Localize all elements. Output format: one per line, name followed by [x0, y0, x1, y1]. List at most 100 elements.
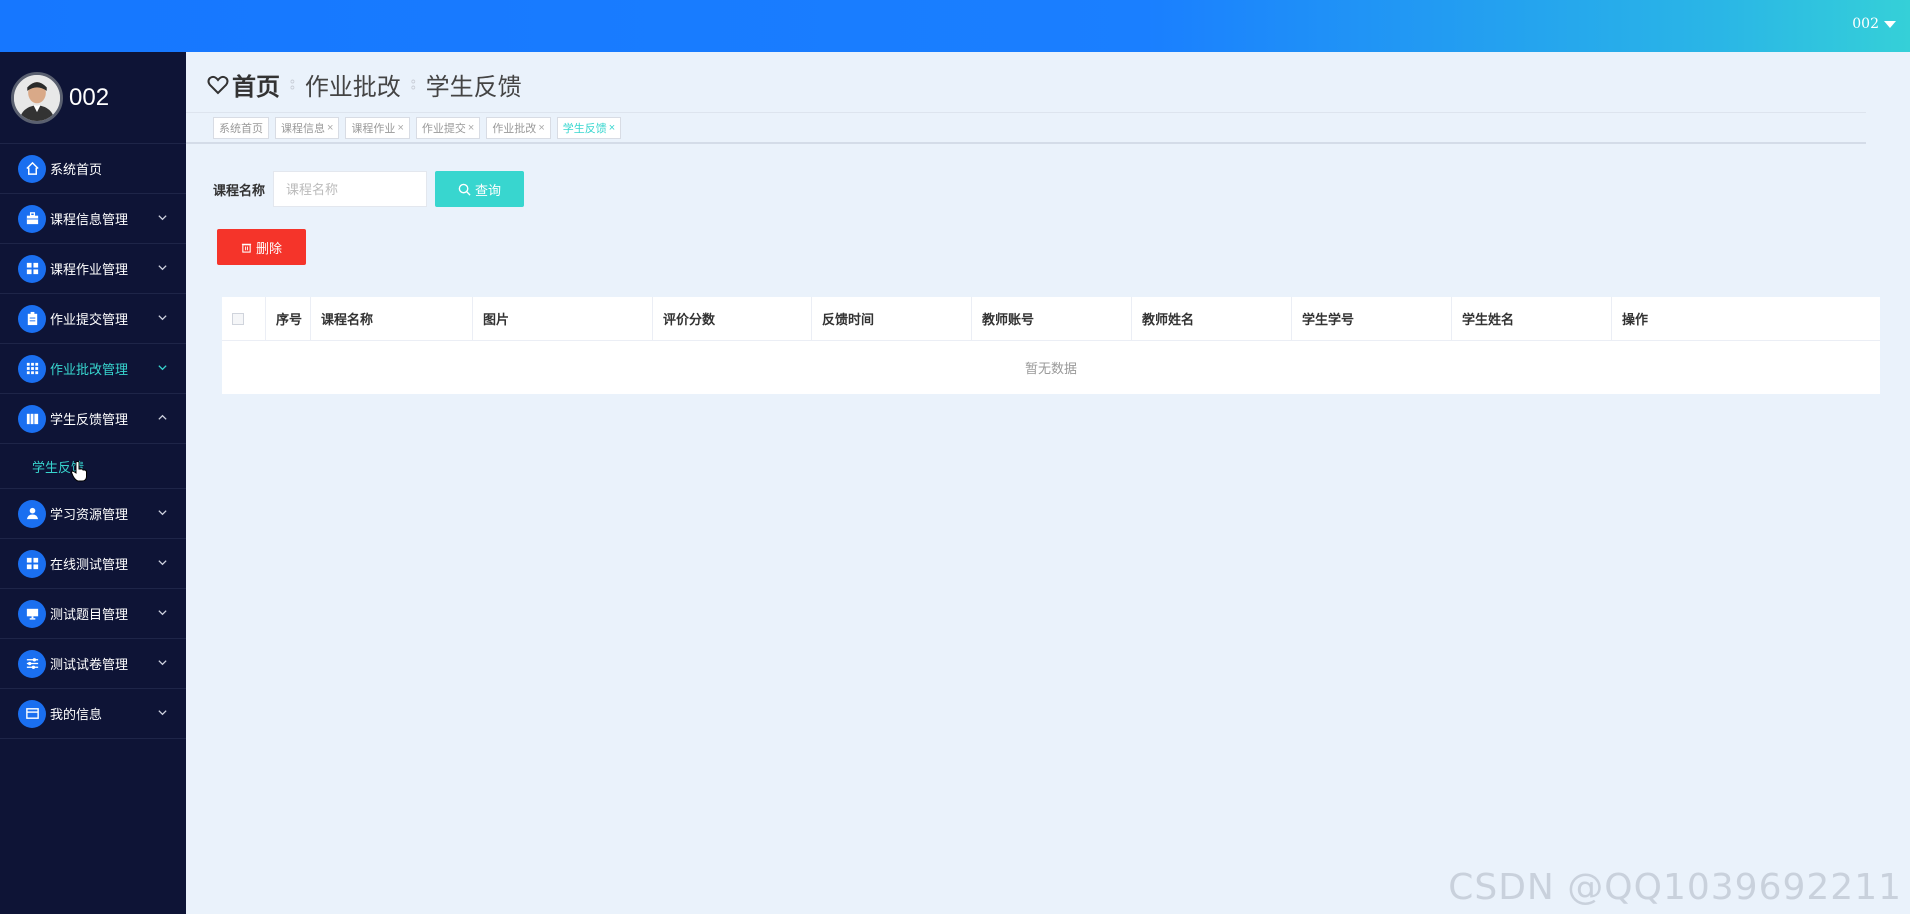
breadcrumb-separator: ⦂: [290, 75, 295, 93]
breadcrumb-separator: ⦂: [410, 75, 416, 93]
search-icon: [458, 183, 471, 196]
chevron-down-icon: [158, 710, 167, 716]
course-name-input[interactable]: [273, 171, 428, 207]
chevron-down-icon: [158, 560, 167, 566]
breadcrumb: 首页 ⦂ 作业批改 ⦂ 学生反馈: [206, 67, 522, 102]
tab-homework-submit[interactable]: 作业提交 ×: [415, 117, 481, 139]
sidebar-item-label: 测试题目管理: [50, 607, 129, 622]
delete-button[interactable]: 删除: [217, 229, 306, 265]
sidebar-item-label: 课程信息管理: [50, 212, 129, 227]
table-header-cell: 序号: [266, 297, 311, 340]
table-header-select: [222, 297, 266, 340]
window-icon: [18, 699, 46, 728]
table-header-cell: 反馈时间: [812, 297, 972, 340]
search-row: 课程名称 查询: [213, 171, 525, 207]
chevron-down-icon: [158, 265, 167, 271]
sidebar-item-homework-submit[interactable]: 作业提交管理: [0, 294, 186, 344]
table-header-cell: 图片: [473, 297, 653, 340]
sidebar-item-homework-grading[interactable]: 作业批改管理: [0, 344, 186, 394]
sidebar-item-label: 课程作业管理: [50, 262, 129, 277]
top-bar: 002: [0, 0, 1910, 52]
sidebar-item-label: 学习资源管理: [50, 507, 129, 522]
dots-grid-icon: [18, 354, 46, 383]
breadcrumb-home-label: 首页: [232, 74, 280, 101]
tabs: 系统首页 课程信息 × 课程作业 × 作业提交 × 作业批改 × 学生反馈 ×: [213, 117, 622, 139]
table-header-cell: 学生姓名: [1452, 297, 1612, 340]
sidebar-item-test-papers[interactable]: 测试试卷管理: [0, 639, 186, 689]
close-icon[interactable]: ×: [538, 122, 544, 134]
sidebar-item-label: 作业批改管理: [50, 362, 129, 377]
sidebar-item-label: 系统首页: [50, 162, 103, 177]
query-button-label: 查询: [475, 182, 502, 198]
tab-course-homework[interactable]: 课程作业 ×: [345, 117, 410, 139]
table-header: 序号 课程名称 图片 评价分数 反馈时间 教师账号 教师姓名 学生学号 学生姓名…: [222, 297, 1880, 341]
grid-icon: [18, 549, 46, 578]
tab-course-info[interactable]: 课程信息 ×: [275, 117, 340, 139]
user-icon: [18, 499, 46, 528]
tab-system-home[interactable]: 系统首页: [213, 117, 269, 139]
books-icon: [18, 404, 46, 433]
heart-icon: [207, 75, 229, 94]
chevron-down-icon: [158, 610, 167, 616]
tab-label: 课程作业: [351, 123, 396, 135]
table-header-cell: 评价分数: [653, 297, 812, 340]
breadcrumb-item[interactable]: 作业批改: [305, 67, 401, 102]
sidebar-item-label: 作业提交管理: [50, 312, 129, 327]
profile: 002: [0, 52, 186, 144]
sidebar-item-learning-resources[interactable]: 学习资源管理: [0, 489, 186, 539]
tab-homework-grading[interactable]: 作业批改 ×: [486, 117, 551, 139]
sidebar-item-online-test[interactable]: 在线测试管理: [0, 539, 186, 589]
grid-icon: [18, 254, 46, 283]
sidebar-item-label: 学生反馈管理: [50, 412, 129, 427]
table-header-cell: 学生学号: [1292, 297, 1452, 340]
close-icon[interactable]: ×: [327, 122, 333, 134]
sidebar-item-label: 测试试卷管理: [50, 657, 129, 672]
table-empty-text: 暂无数据: [1024, 361, 1077, 376]
feedback-table: 序号 课程名称 图片 评价分数 反馈时间 教师账号 教师姓名 学生学号 学生姓名…: [222, 297, 1880, 394]
breadcrumb-item: 学生反馈: [425, 74, 522, 101]
tab-student-feedback[interactable]: 学生反馈 ×: [556, 117, 622, 139]
home-icon: [18, 154, 46, 183]
search-label: 课程名称: [213, 182, 266, 198]
sidebar-item-course-info[interactable]: 课程信息管理: [0, 194, 186, 244]
table-header-cell: 操作: [1622, 312, 1649, 327]
close-icon[interactable]: ×: [609, 122, 615, 134]
sidebar: 002 系统首页 课程信息管理 课程作业管理 作业提交管理 作业批改管理 学生反…: [0, 52, 186, 914]
tab-label: 课程信息: [281, 123, 325, 135]
chevron-down-icon: [158, 510, 167, 516]
close-icon[interactable]: ×: [397, 122, 403, 134]
select-all-checkbox[interactable]: [232, 312, 244, 325]
monitor-icon: [18, 599, 46, 628]
sidebar-item-my-info[interactable]: 我的信息: [0, 689, 186, 739]
tab-label: 作业提交: [421, 123, 466, 135]
tab-label: 系统首页: [219, 123, 263, 135]
avatar: [11, 71, 63, 124]
sliders-icon: [18, 649, 46, 678]
chevron-down-icon: [158, 215, 167, 221]
sidebar-item-home[interactable]: 系统首页: [0, 144, 186, 194]
sidebar-item-student-feedback[interactable]: 学生反馈管理: [0, 394, 186, 444]
breadcrumb-home[interactable]: 首页: [206, 67, 280, 102]
chevron-down-icon: [158, 315, 167, 321]
table-header-cell: 教师账号: [972, 297, 1132, 340]
chevron-down-icon: [158, 365, 167, 371]
query-button[interactable]: 查询: [435, 171, 525, 207]
user-menu-label: 002: [1852, 16, 1879, 32]
trash-icon: [241, 243, 252, 253]
clipboard-icon: [18, 304, 46, 333]
table-header-cell: 课程名称: [311, 297, 473, 340]
briefcase-icon: [18, 204, 46, 233]
sidebar-subitem-student-feedback[interactable]: 学生反馈: [0, 444, 186, 489]
watermark: CSDN @QQ1039692211: [1448, 867, 1902, 908]
delete-button-label: 删除: [255, 240, 282, 256]
sidebar-item-course-homework[interactable]: 课程作业管理: [0, 244, 186, 294]
sidebar-item-test-questions[interactable]: 测试题目管理: [0, 589, 186, 639]
tabs-bar: 系统首页 课程信息 × 课程作业 × 作业提交 × 作业批改 × 学生反馈 ×: [186, 112, 1866, 144]
table-header-cell: 教师姓名: [1132, 297, 1292, 340]
main-content: 首页 ⦂ 作业批改 ⦂ 学生反馈 系统首页 课程信息 × 课程作业 × 作业提交…: [186, 52, 1910, 914]
user-menu[interactable]: 002: [1852, 16, 1896, 32]
sidebar-item-label: 在线测试管理: [50, 557, 129, 572]
tab-label: 学生反馈: [562, 123, 607, 135]
close-icon[interactable]: ×: [468, 122, 474, 134]
avatar-image-icon: [14, 74, 60, 121]
